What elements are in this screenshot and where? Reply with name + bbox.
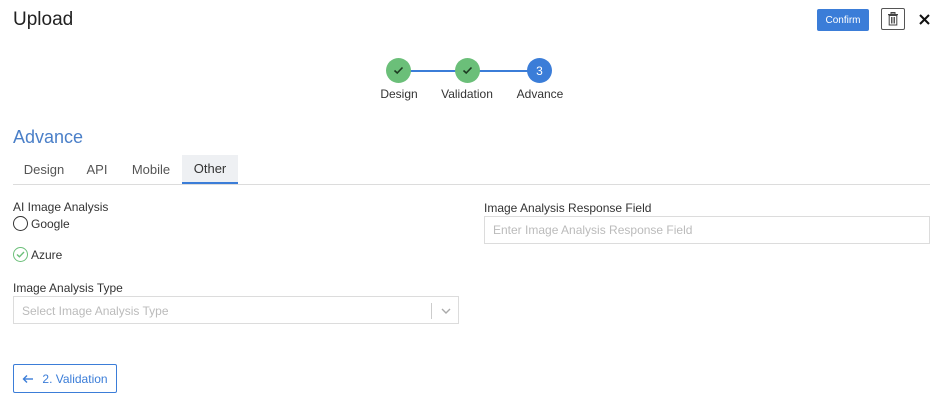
select-separator bbox=[431, 303, 432, 319]
tab-mobile[interactable]: Mobile bbox=[123, 155, 179, 184]
radio-google-label: Google bbox=[31, 216, 70, 231]
step-advance-circle[interactable]: 3 bbox=[527, 58, 552, 83]
check-icon bbox=[16, 251, 25, 258]
step-design-label: Design bbox=[380, 87, 418, 101]
response-field-label: Image Analysis Response Field bbox=[484, 201, 652, 215]
radio-azure-label: Azure bbox=[31, 247, 63, 262]
tab-design[interactable]: Design bbox=[13, 155, 75, 184]
close-button[interactable] bbox=[913, 7, 935, 31]
tab-api[interactable]: API bbox=[77, 155, 117, 184]
response-field-input[interactable] bbox=[484, 216, 930, 244]
radio-azure[interactable]: Azure bbox=[13, 247, 62, 262]
image-analysis-type-label: Image Analysis Type bbox=[13, 281, 123, 295]
step-validation-label: Validation bbox=[441, 87, 493, 101]
step-validation-circle[interactable] bbox=[455, 58, 480, 83]
delete-button[interactable] bbox=[881, 8, 905, 30]
trash-icon bbox=[888, 12, 898, 26]
section-title: Advance bbox=[13, 127, 84, 147]
ai-image-analysis-label: AI Image Analysis bbox=[13, 200, 109, 214]
select-placeholder: Select Image Analysis Type bbox=[22, 304, 169, 318]
radio-google[interactable]: Google bbox=[13, 216, 70, 231]
close-icon bbox=[918, 13, 930, 25]
back-button-label: 2. Validation bbox=[42, 371, 108, 386]
tab-other[interactable]: Other bbox=[182, 155, 238, 184]
back-validation-button[interactable]: 2. Validation bbox=[13, 364, 117, 393]
step-advance-label: Advance bbox=[516, 87, 564, 101]
page-title: Upload bbox=[13, 9, 74, 30]
tab-bar: Design API Mobile Other bbox=[13, 155, 930, 185]
radio-checked-icon bbox=[13, 247, 28, 262]
confirm-button[interactable]: Confirm bbox=[817, 9, 869, 31]
radio-unchecked-icon bbox=[13, 216, 28, 231]
step-design-circle[interactable] bbox=[386, 58, 411, 83]
arrow-left-icon bbox=[22, 374, 34, 383]
image-analysis-type-select[interactable]: Select Image Analysis Type bbox=[13, 296, 459, 324]
chevron-down-icon[interactable] bbox=[440, 304, 452, 322]
check-icon bbox=[462, 66, 473, 75]
check-icon bbox=[393, 66, 404, 75]
